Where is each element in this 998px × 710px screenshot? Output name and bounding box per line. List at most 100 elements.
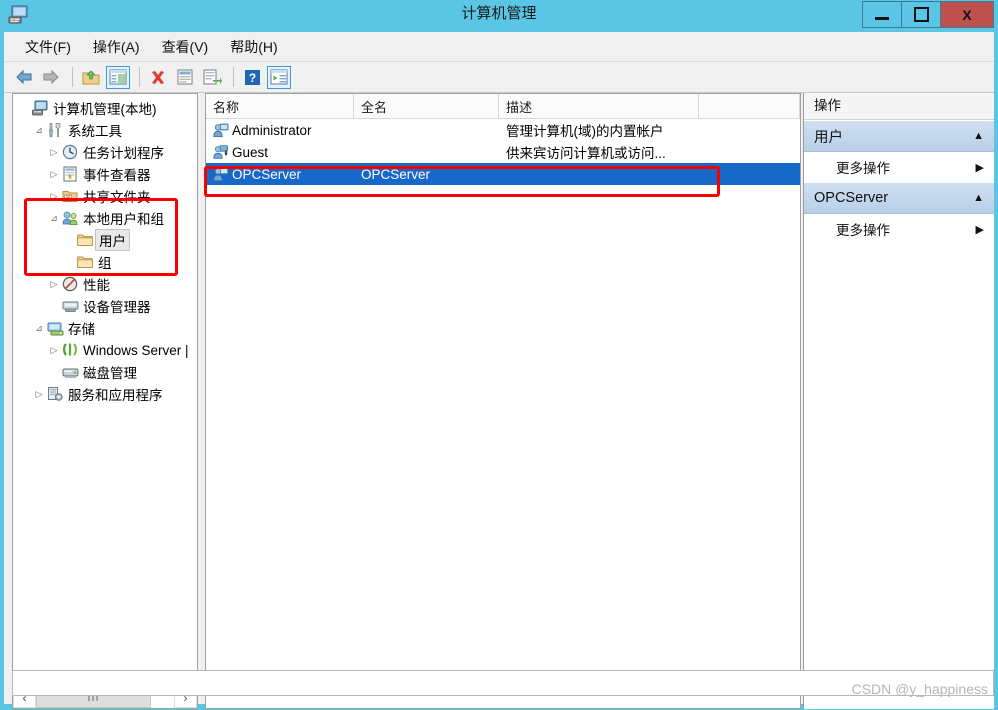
- tree-item-13[interactable]: ▷ 服务和应用程序: [13, 383, 197, 405]
- expander-collapsed-icon[interactable]: ▷: [47, 339, 61, 361]
- tree-item-label: 事件查看器: [83, 168, 151, 183]
- action-more-actions[interactable]: 更多操作 ▶: [804, 152, 994, 182]
- task-scheduler-icon: [61, 143, 79, 161]
- actions-sections: 用户 ▲ 更多操作 ▶ OPCServer ▲ 更多操作 ▶: [804, 120, 994, 244]
- tree-item-5[interactable]: ⊿ 本地用户和组: [13, 207, 197, 229]
- forward-icon[interactable]: [39, 66, 63, 89]
- chevron-up-icon[interactable]: ▲: [973, 130, 984, 142]
- up-folder-icon[interactable]: [79, 66, 103, 89]
- maximize-icon: [913, 7, 929, 22]
- expander-collapsed-icon[interactable]: ▷: [47, 141, 61, 163]
- tree-item-8[interactable]: ▷ 性能: [13, 273, 197, 295]
- back-icon[interactable]: [12, 66, 36, 89]
- column-header-全名[interactable]: 全名: [354, 94, 499, 118]
- export-list-icon[interactable]: [200, 66, 224, 89]
- actions-pane: 操作 用户 ▲ 更多操作 ▶ OPCServer ▲ 更多操作 ▶: [803, 93, 994, 709]
- tree-item-11[interactable]: ▷ Windows Server |: [13, 339, 197, 361]
- action-item-label: 更多操作: [836, 161, 890, 176]
- expander-empty: [62, 251, 76, 273]
- toolbar-separator: [139, 67, 140, 87]
- menu-view[interactable]: 查看(V): [151, 33, 220, 61]
- close-button[interactable]: X: [940, 1, 994, 28]
- action-section-label: 用户: [814, 129, 843, 146]
- tree-item-label: 设备管理器: [83, 300, 151, 315]
- tree-item-label: 共享文件夹: [83, 190, 151, 205]
- action-section-用户[interactable]: 用户 ▲: [804, 120, 994, 152]
- tree-item-10[interactable]: ⊿ 存储: [13, 317, 197, 339]
- maximize-button[interactable]: [901, 1, 941, 28]
- tree-item-2[interactable]: ▷ 任务计划程序: [13, 141, 197, 163]
- tree-item-0[interactable]: 计算机管理(本地): [13, 97, 197, 119]
- expander-collapsed-icon[interactable]: ▷: [32, 383, 46, 405]
- expander-expanded-icon[interactable]: ⊿: [32, 119, 46, 141]
- computer-management-window: 计算机管理 X 文件(F) 操作(A) 查看(V) 帮助(H) ? 计算机管理(…: [0, 0, 998, 710]
- help-icon[interactable]: ?: [240, 66, 264, 89]
- tree-item-9[interactable]: 设备管理器: [13, 295, 197, 317]
- expander-expanded-icon[interactable]: ⊿: [32, 317, 46, 339]
- tree-item-12[interactable]: 磁盘管理: [13, 361, 197, 383]
- chevron-right-icon: ▶: [975, 161, 984, 174]
- delete-icon[interactable]: [146, 66, 170, 89]
- disk-management-icon: [61, 363, 79, 381]
- tree-item-4[interactable]: ▷ 共享文件夹: [13, 185, 197, 207]
- device-manager-icon: [61, 297, 79, 315]
- storage-icon: [46, 319, 64, 337]
- cell-description: 管理计算机(域)的内置帐户: [506, 124, 664, 139]
- tree-item-label: 存储: [68, 322, 95, 337]
- tree-item-1[interactable]: ⊿ 系统工具: [13, 119, 197, 141]
- minimize-button[interactable]: [862, 1, 902, 28]
- cell-description: 供来宾访问计算机或访问...: [506, 146, 666, 161]
- actions-pane-title: 操作: [804, 93, 994, 120]
- tree-item-label: 组: [98, 256, 112, 271]
- users-list: Administrator 管理计算机(域)的内置帐户 Guest 供来宾访问计算机或…: [206, 119, 800, 185]
- tree-item-label: 性能: [83, 278, 110, 293]
- table-row[interactable]: Guest 供来宾访问计算机或访问...: [206, 141, 800, 163]
- properties-icon[interactable]: [173, 66, 197, 89]
- console-tree: 计算机管理(本地) ⊿ 系统工具 ▷ 任务计划程序 ▷! 事件查看器 ▷ 共享文件夹 ⊿ 本地用户和…: [13, 94, 197, 405]
- tree-item-7[interactable]: 组: [13, 251, 197, 273]
- local-users-icon: [61, 209, 79, 227]
- computer-icon: [31, 99, 49, 117]
- expander-empty: [62, 229, 76, 251]
- menu-bar: 文件(F) 操作(A) 查看(V) 帮助(H): [4, 32, 994, 62]
- services-apps-icon: [46, 385, 64, 403]
- menu-help[interactable]: 帮助(H): [219, 33, 288, 61]
- cell-name: OPCServer: [206, 166, 354, 182]
- status-bar: [12, 670, 994, 696]
- show-action-pane-icon[interactable]: [267, 65, 291, 89]
- action-section-label: OPCServer: [814, 190, 889, 206]
- svg-text:!: !: [69, 175, 70, 181]
- action-section-OPCServer[interactable]: OPCServer ▲: [804, 182, 994, 214]
- toolbar: ?: [4, 62, 994, 93]
- action-more-actions[interactable]: 更多操作 ▶: [804, 214, 994, 244]
- tree-item-label: 用户: [95, 229, 130, 251]
- watermark: CSDN @y_happiness: [851, 681, 988, 697]
- table-row[interactable]: OPCServer OPCServer: [206, 163, 800, 185]
- table-row[interactable]: Administrator 管理计算机(域)的内置帐户: [206, 119, 800, 141]
- menu-action[interactable]: 操作(A): [82, 33, 151, 61]
- shared-folders-icon: [61, 187, 79, 205]
- list-column-headers: 名称 全名 描述: [206, 94, 800, 119]
- column-header-blank[interactable]: [699, 94, 800, 118]
- expander-expanded-icon[interactable]: ⊿: [47, 207, 61, 229]
- menu-file[interactable]: 文件(F): [14, 33, 82, 61]
- expander-collapsed-icon[interactable]: ▷: [47, 163, 61, 185]
- performance-icon: [61, 275, 79, 293]
- tree-item-3[interactable]: ▷! 事件查看器: [13, 163, 197, 185]
- cell-name: Administrator: [206, 122, 354, 138]
- user-name: Administrator: [232, 122, 312, 138]
- column-header-名称[interactable]: 名称: [206, 94, 354, 118]
- user-icon: [213, 166, 229, 182]
- chevron-up-icon[interactable]: ▲: [973, 192, 984, 204]
- window-controls: X: [862, 1, 994, 28]
- title-bar: 计算机管理 X: [0, 0, 998, 28]
- expander-empty: [17, 97, 31, 119]
- toolbar-separator: [72, 67, 73, 87]
- expander-collapsed-icon[interactable]: ▷: [47, 273, 61, 295]
- column-header-描述[interactable]: 描述: [499, 94, 699, 118]
- user-name: Guest: [232, 144, 269, 160]
- tree-item-6[interactable]: 用户: [13, 229, 197, 251]
- user-disabled-icon: [213, 144, 229, 160]
- expander-collapsed-icon[interactable]: ▷: [47, 185, 61, 207]
- show-console-tree-icon[interactable]: [106, 65, 130, 89]
